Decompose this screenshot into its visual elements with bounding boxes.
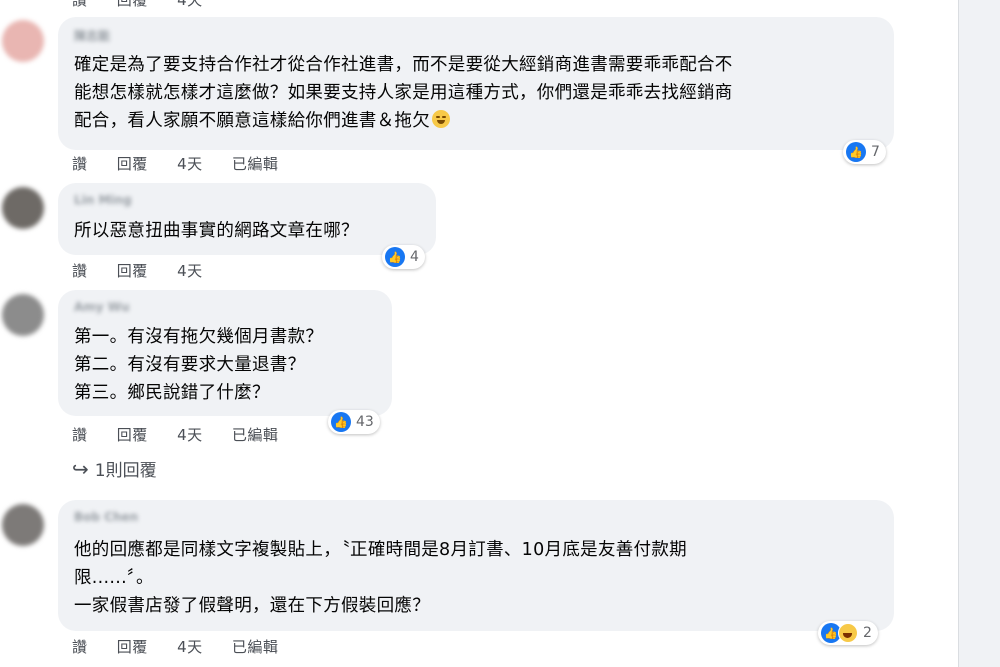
reaction-summary[interactable]: 👍 43 — [328, 410, 380, 434]
comment-line: 第三。鄉民說錯了什麼？ — [74, 383, 270, 403]
reaction-count: 43 — [356, 414, 374, 430]
comment-actions-top: 讚 回覆 4天 — [72, 0, 227, 10]
reply-button[interactable]: 回覆 — [117, 0, 148, 9]
haha-reaction-icon — [838, 623, 858, 643]
comment-bubble: Bob Chen 他的回應都是同樣文字複製貼上，〝正確時間是8月訂書、10月底是… — [58, 500, 894, 631]
reply-button[interactable]: 回覆 — [117, 426, 148, 444]
comment-time: 4天 — [177, 0, 203, 9]
comment-time: 4天 — [177, 638, 203, 656]
commenter-name[interactable]: Lin Ming — [74, 193, 132, 207]
reaction-summary[interactable]: 👍 4 — [382, 245, 425, 269]
reply-arrow-icon: ↪ — [72, 456, 89, 481]
comment-text: 所以惡意扭曲事實的網路文章在哪？ — [74, 217, 359, 245]
reaction-count: 2 — [863, 625, 872, 641]
comment-line: 能想怎樣就怎樣才這麼做？如果要支持人家是用這種方式，你們還是乖乖去找經銷商 — [74, 83, 733, 103]
comment-line: 一家假書店發了假聲明，還在下方假裝回應？ — [74, 596, 430, 616]
comment-time: 4天 — [177, 426, 203, 444]
comment-text: 確定是為了要支持合作社才從合作社進書，而不是要從大經銷商進書需要乖乖配合不 能想… — [74, 51, 733, 135]
reply-button[interactable]: 回覆 — [117, 155, 148, 173]
comment-line: 他的回應都是同樣文字複製貼上，〝正確時間是8月訂書、10月底是友善付款期 — [74, 540, 687, 560]
reply-button[interactable]: 回覆 — [117, 638, 148, 656]
reaction-count: 4 — [410, 249, 419, 265]
commenter-name[interactable]: Bob Chen — [74, 510, 138, 524]
comment-actions: 讚 回覆 4天 已編輯 — [72, 153, 302, 174]
avatar[interactable] — [2, 187, 44, 229]
avatar[interactable] — [2, 20, 44, 62]
like-button[interactable]: 讚 — [72, 0, 88, 9]
laughing-emoji-icon — [432, 110, 450, 128]
reply-button[interactable]: 回覆 — [117, 262, 148, 280]
comment-line: 所以惡意扭曲事實的網路文章在哪？ — [74, 221, 359, 241]
comment-text: 他的回應都是同樣文字複製貼上，〝正確時間是8月訂書、10月底是友善付款期 限..… — [74, 536, 687, 620]
like-button[interactable]: 讚 — [72, 638, 88, 656]
view-replies-link[interactable]: ↪ 1則回覆 — [72, 456, 157, 482]
comment-line: 限......〞。 — [74, 568, 154, 588]
right-sidebar — [958, 0, 1000, 667]
like-reaction-icon: 👍 — [331, 412, 351, 432]
reaction-summary[interactable]: 👍 7 — [843, 140, 886, 164]
edited-label: 已編輯 — [231, 155, 279, 173]
comment-time: 4天 — [177, 155, 203, 173]
commenter-name[interactable]: Amy Wu — [74, 300, 130, 314]
comment-bubble: Amy Wu 第一。有沒有拖欠幾個月書款？ 第二。有沒有要求大量退書？ 第三。鄉… — [58, 290, 392, 416]
edited-label: 已編輯 — [231, 638, 279, 656]
like-reaction-icon: 👍 — [846, 142, 866, 162]
comment-time: 4天 — [177, 262, 203, 280]
comment-bubble: Lin Ming 所以惡意扭曲事實的網路文章在哪？ — [58, 183, 436, 255]
reaction-summary[interactable]: 👍 2 — [818, 621, 878, 645]
avatar[interactable] — [2, 504, 44, 546]
comment-actions: 讚 回覆 4天 已編輯 — [72, 636, 302, 657]
comment-line: 第二。有沒有要求大量退書？ — [74, 355, 306, 375]
comment-text: 第一。有沒有拖欠幾個月書款？ 第二。有沒有要求大量退書？ 第三。鄉民說錯了什麼？ — [74, 323, 323, 407]
avatar[interactable] — [2, 294, 44, 336]
comment-bubble: 陳志能 確定是為了要支持合作社才從合作社進書，而不是要從大經銷商進書需要乖乖配合… — [58, 17, 894, 150]
edited-label: 已編輯 — [231, 426, 279, 444]
comment-actions: 讚 回覆 4天 — [72, 260, 227, 281]
like-button[interactable]: 讚 — [72, 426, 88, 444]
comment-actions: 讚 回覆 4天 已編輯 — [72, 424, 302, 445]
like-button[interactable]: 讚 — [72, 262, 88, 280]
comment-line: 第一。有沒有拖欠幾個月書款？ — [74, 327, 324, 347]
reaction-count: 7 — [871, 144, 880, 160]
comment-line: 確定是為了要支持合作社才從合作社進書，而不是要從大經銷商進書需要乖乖配合不 — [74, 55, 733, 75]
commenter-name[interactable]: 陳志能 — [74, 27, 110, 44]
like-button[interactable]: 讚 — [72, 155, 88, 173]
comment-line: 配合，看人家願不願意這樣給你們進書＆拖欠 — [74, 111, 430, 131]
replies-count-label: 1則回覆 — [94, 461, 157, 481]
like-reaction-icon: 👍 — [385, 247, 405, 267]
